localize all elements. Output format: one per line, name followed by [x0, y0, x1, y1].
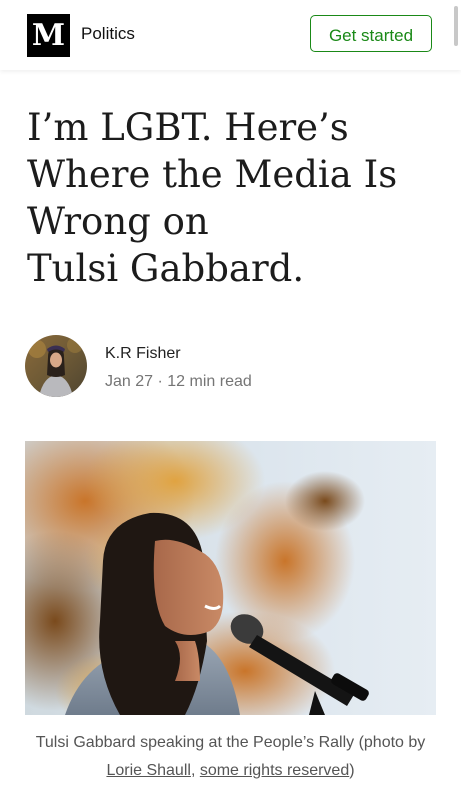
caption-prefix: Tulsi Gabbard speaking at the People’s R…	[35, 734, 426, 751]
photographer-link[interactable]: Lorie Shaull	[106, 762, 191, 779]
hero-image[interactable]	[25, 441, 436, 715]
top-nav-bar: M Politics Get started	[0, 0, 461, 70]
image-caption: Tulsi Gabbard speaking at the People’s R…	[20, 729, 441, 785]
avatar-image	[25, 335, 87, 397]
title-line: I’m LGBT. Here’s	[27, 106, 349, 149]
scrollbar-thumb[interactable]	[454, 6, 458, 46]
medium-logo[interactable]: M	[27, 14, 70, 57]
author-avatar[interactable]	[25, 335, 87, 397]
read-time: 12 min read	[167, 373, 252, 390]
article-title: I’m LGBT. Here’s Where the Media Is Wron…	[27, 104, 437, 292]
meta-separator: ·	[157, 373, 163, 390]
article-meta: Jan 27 · 12 min read	[105, 373, 252, 391]
hero-photo	[25, 441, 436, 715]
caption-suffix: )	[349, 762, 355, 779]
publication-name[interactable]: Politics	[81, 24, 135, 44]
publish-date: Jan 27	[105, 373, 154, 390]
author-name[interactable]: K.R Fisher	[105, 345, 181, 363]
license-link[interactable]: some rights reserved	[200, 762, 349, 779]
title-line: Wrong on	[27, 200, 209, 243]
title-line: Where the Media Is	[27, 153, 398, 196]
title-line: Tulsi Gabbard.	[27, 247, 305, 290]
caption-middle: ,	[190, 762, 200, 779]
get-started-button[interactable]: Get started	[310, 15, 432, 52]
